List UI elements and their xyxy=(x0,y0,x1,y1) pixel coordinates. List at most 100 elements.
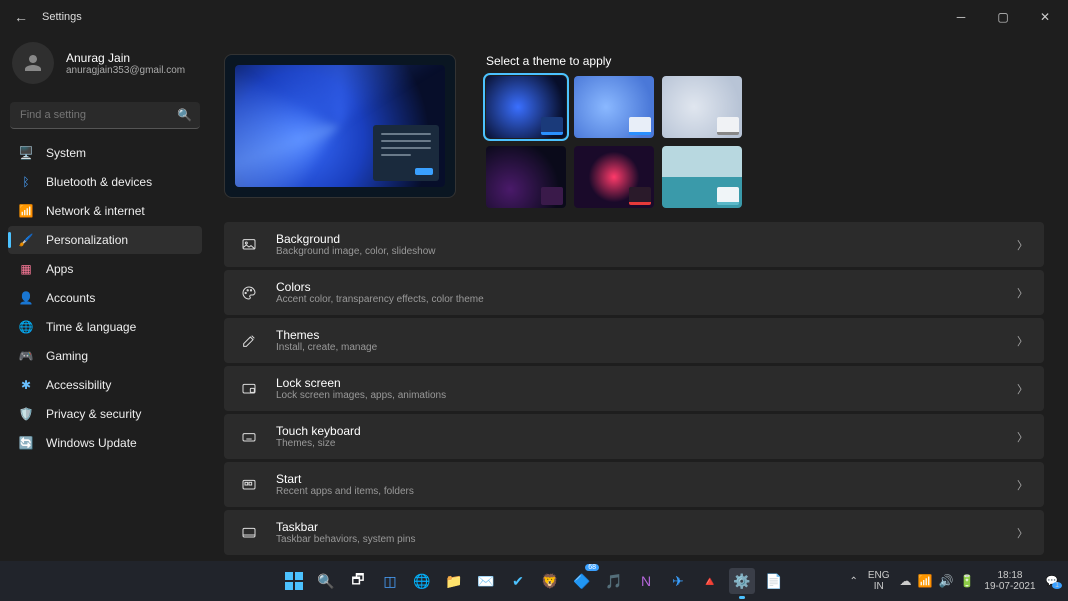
window-title: Settings xyxy=(42,11,82,23)
setting-row-touchkb[interactable]: Touch keyboard Themes, size 〉 xyxy=(224,414,1044,459)
theme-select-label: Select a theme to apply xyxy=(486,54,1044,68)
setting-row-themes[interactable]: Themes Install, create, manage 〉 xyxy=(224,318,1044,363)
setting-row-lockscreen[interactable]: Lock screen Lock screen images, apps, an… xyxy=(224,366,1044,411)
user-block[interactable]: Anurag Jain anuragjain353@gmail.com xyxy=(8,38,202,98)
clock[interactable]: 18:18 19-07-2021 xyxy=(984,570,1035,592)
sidebar-item-label: Gaming xyxy=(46,349,88,363)
brave-icon[interactable]: 🦁 xyxy=(537,568,563,594)
search-icon[interactable]: 🔍 xyxy=(177,108,192,122)
sidebar-item-system[interactable]: 🖥️System xyxy=(8,139,202,167)
sidebar-item-bluetooth[interactable]: ᛒBluetooth & devices xyxy=(8,168,202,196)
user-name: Anurag Jain xyxy=(66,51,185,65)
widgets-icon[interactable]: ◫ xyxy=(377,568,403,594)
privacy-icon: 🛡️ xyxy=(18,406,34,422)
sidebar-item-accounts[interactable]: 👤 Accounts xyxy=(8,284,202,312)
setting-title: Touch keyboard xyxy=(276,424,999,438)
sidebar-item-label: Accounts xyxy=(46,291,95,305)
settings-taskbar-icon[interactable]: ⚙️ xyxy=(729,568,755,594)
todo-icon[interactable]: ✔ xyxy=(505,568,531,594)
explorer-icon[interactable]: 📁 xyxy=(441,568,467,594)
close-button[interactable]: ✕ xyxy=(1036,10,1054,24)
setting-title: Start xyxy=(276,472,999,486)
system-icon: 🖥️ xyxy=(18,145,34,161)
battery-icon[interactable]: 🔋 xyxy=(959,574,974,588)
language-indicator[interactable]: ENG IN xyxy=(868,570,890,592)
sidebar-item-gaming[interactable]: 🎮Gaming xyxy=(8,342,202,370)
time-icon: 🌐 xyxy=(18,319,34,335)
sidebar-item-apps[interactable]: ▦Apps xyxy=(8,255,202,283)
theme-grid xyxy=(486,76,1044,208)
themes-icon xyxy=(240,333,258,349)
theme-thumb-4[interactable] xyxy=(486,146,566,208)
sidebar-item-label: Privacy & security xyxy=(46,407,141,421)
app-icon[interactable]: 🔺 xyxy=(697,568,723,594)
sidebar-item-label: Accessibility xyxy=(46,378,111,392)
setting-subtitle: Install, create, manage xyxy=(276,342,999,353)
back-button[interactable]: ← xyxy=(14,9,28,25)
notification-icon[interactable]: 💬1 xyxy=(1046,576,1058,587)
onenote-icon[interactable]: N xyxy=(633,568,659,594)
chevron-right-icon: 〉 xyxy=(1017,525,1028,541)
wifi-icon[interactable]: 📶 xyxy=(918,574,933,588)
search-input[interactable] xyxy=(10,102,200,129)
sidebar-item-label: Windows Update xyxy=(46,436,137,450)
word-icon[interactable]: 📄 xyxy=(761,568,787,594)
sidebar-item-update[interactable]: 🔄 Windows Update xyxy=(8,429,202,457)
chevron-right-icon: 〉 xyxy=(1017,333,1028,349)
sidebar-item-label: Network & internet xyxy=(46,204,145,218)
content: Personalization Select a theme to apply xyxy=(210,34,1068,561)
sidebar-item-personalization[interactable]: 🖌️Personalization xyxy=(8,226,202,254)
setting-title: Taskbar xyxy=(276,520,999,534)
sidebar-item-label: Time & language xyxy=(46,320,136,334)
theme-thumb-2[interactable] xyxy=(574,76,654,138)
sidebar-item-accessibility[interactable]: ✱ Accessibility xyxy=(8,371,202,399)
theme-thumb-1[interactable] xyxy=(486,76,566,138)
setting-subtitle: Themes, size xyxy=(276,438,999,449)
sidebar-item-time[interactable]: 🌐 Time & language xyxy=(8,313,202,341)
telegram-icon[interactable]: ✈ xyxy=(665,568,691,594)
music-icon[interactable]: 🎵 xyxy=(601,568,627,594)
taskbar-search-icon[interactable]: 🔍 xyxy=(313,568,339,594)
search-box: 🔍 xyxy=(10,102,200,129)
mail-icon[interactable]: ✉️ xyxy=(473,568,499,594)
background-icon xyxy=(240,237,258,253)
onedrive-icon[interactable]: ☁ xyxy=(900,574,912,588)
setting-title: Background xyxy=(276,232,999,246)
accessibility-icon: ✱ xyxy=(18,377,34,393)
theme-thumb-6[interactable] xyxy=(662,146,742,208)
taskbar-right: ⌃ ENG IN ☁ 📶 🔊 🔋 18:18 19-07-2021 💬1 xyxy=(849,570,1058,592)
lockscreen-icon xyxy=(240,381,258,397)
start-icon xyxy=(240,477,258,493)
chevron-right-icon: 〉 xyxy=(1017,237,1028,253)
setting-title: Lock screen xyxy=(276,376,999,390)
task-view-icon[interactable]: 🗗 xyxy=(345,568,371,594)
chevron-right-icon: 〉 xyxy=(1017,285,1028,301)
setting-row-start[interactable]: Start Recent apps and items, folders 〉 xyxy=(224,462,1044,507)
minimize-button[interactable]: ─ xyxy=(952,10,970,24)
setting-title: Colors xyxy=(276,280,999,294)
edge-icon[interactable]: 🌐 xyxy=(409,568,435,594)
chevron-right-icon: 〉 xyxy=(1017,381,1028,397)
taskbar-center: 🔍 🗗 ◫ 🌐 📁 ✉️ ✔ 🦁 🔷 🎵 N ✈ 🔺 ⚙️ 📄 xyxy=(281,568,787,594)
setting-row-colors[interactable]: Colors Accent color, transparency effect… xyxy=(224,270,1044,315)
setting-subtitle: Lock screen images, apps, animations xyxy=(276,390,999,401)
sidebar-item-network[interactable]: 📶Network & internet xyxy=(8,197,202,225)
taskbar: 🔍 🗗 ◫ 🌐 📁 ✉️ ✔ 🦁 🔷 🎵 N ✈ 🔺 ⚙️ 📄 ⌃ ENG IN… xyxy=(0,561,1068,601)
theme-thumb-3[interactable] xyxy=(662,76,742,138)
system-tray[interactable]: ☁ 📶 🔊 🔋 xyxy=(900,574,975,588)
accounts-icon: 👤 xyxy=(18,290,34,306)
tray-chevron-icon[interactable]: ⌃ xyxy=(849,576,857,587)
page-title: Personalization xyxy=(224,34,1044,40)
sidebar-item-privacy[interactable]: 🛡️ Privacy & security xyxy=(8,400,202,428)
theme-thumb-5[interactable] xyxy=(574,146,654,208)
maximize-button[interactable]: ▢ xyxy=(994,10,1012,24)
app-badge-icon[interactable]: 🔷 xyxy=(569,568,595,594)
update-icon: 🔄 xyxy=(18,435,34,451)
setting-row-background[interactable]: Background Background image, color, slid… xyxy=(224,222,1044,267)
user-icon xyxy=(21,51,45,75)
setting-row-taskbar[interactable]: Taskbar Taskbar behaviors, system pins 〉 xyxy=(224,510,1044,555)
chevron-right-icon: 〉 xyxy=(1017,477,1028,493)
avatar xyxy=(12,42,54,84)
volume-icon[interactable]: 🔊 xyxy=(938,574,953,588)
start-icon[interactable] xyxy=(281,568,307,594)
